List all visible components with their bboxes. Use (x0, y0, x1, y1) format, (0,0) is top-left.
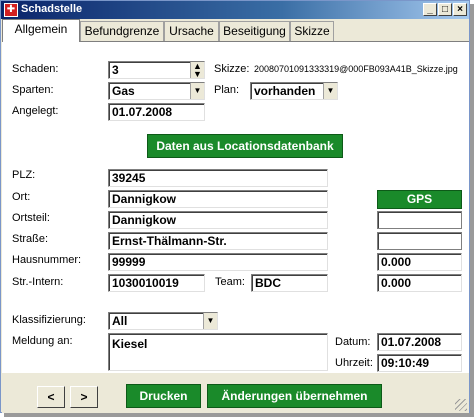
meldung-label: Meldung an: (12, 335, 73, 347)
plz-label: PLZ: (12, 169, 36, 181)
hausnummer-field[interactable]: 99999 (108, 253, 328, 271)
chevron-down-icon[interactable]: ▼ (203, 313, 217, 329)
window-shadow-right (470, 4, 474, 417)
strasse-label: Straße: (12, 233, 49, 245)
ort-field[interactable]: Dannigkow (108, 190, 328, 208)
gps-field-1[interactable] (377, 211, 462, 229)
skizze-filename: 20080701091333319@000FB093A41B_Skizze.jp… (254, 64, 458, 74)
ortsteil-label: Ortsteil: (12, 212, 50, 224)
uhrzeit-label: Uhrzeit: (335, 357, 373, 369)
ort-label: Ort: (12, 191, 31, 203)
ortsteil-field[interactable]: Dannigkow (108, 211, 328, 229)
datum-field[interactable]: 01.07.2008 (377, 333, 462, 351)
schadstelle-window: ✚ Schadstelle _ □ × Allgemein Befundgren… (0, 0, 470, 413)
resize-grip-icon[interactable] (455, 399, 467, 411)
gps-field-2[interactable] (377, 232, 462, 250)
sparten-value: Gas (112, 84, 135, 98)
app-icon: ✚ (4, 3, 18, 17)
chevron-down-icon[interactable]: ▼ (190, 83, 204, 99)
gps-x-field[interactable]: 0.000 (377, 253, 462, 271)
tab-allgemein[interactable]: Allgemein (2, 19, 80, 42)
sparten-label: Sparten: (12, 84, 54, 96)
angelegt-label: Angelegt: (12, 105, 59, 117)
plan-dropdown[interactable]: vorhanden ▼ (250, 82, 338, 100)
next-button[interactable]: > (70, 386, 98, 408)
klassifizierung-value: All (112, 314, 128, 328)
sparten-dropdown[interactable]: Gas ▼ (108, 82, 205, 100)
strintern-field[interactable]: 1030010019 (108, 274, 205, 292)
strintern-label: Str.-Intern: (12, 276, 64, 288)
prev-button[interactable]: < (37, 386, 65, 408)
klassifizierung-label: Klassifizierung: (12, 314, 86, 326)
tab-befundgrenze[interactable]: Befundgrenze (80, 21, 164, 41)
strasse-field[interactable]: Ernst-Thälmann-Str. (108, 232, 328, 250)
klassifizierung-dropdown[interactable]: All ▼ (108, 312, 218, 330)
maximize-button[interactable]: □ (438, 3, 452, 16)
schaden-stepper[interactable]: 3 ▲ ▼ (108, 61, 205, 79)
gps-button[interactable]: GPS (377, 190, 462, 209)
datum-label: Datum: (335, 336, 371, 348)
footer-bar: < > Drucken Änderungen übernehmen (2, 374, 469, 413)
uhrzeit-field[interactable]: 09:10:49 (377, 354, 462, 372)
schaden-value: 3 (112, 63, 119, 77)
angelegt-field[interactable]: 01.07.2008 (108, 103, 205, 121)
plan-label: Plan: (214, 84, 240, 96)
meldung-textarea[interactable]: Kiesel (108, 333, 328, 371)
hausnummer-label: Hausnummer: (12, 254, 82, 266)
team-label: Team: (215, 276, 245, 288)
skizze-label: Skizze: (214, 63, 250, 75)
window-title: Schadstelle (21, 3, 83, 15)
location-database-button[interactable]: Daten aus Locationsdatenbank (147, 134, 343, 158)
spin-arrows-icon[interactable]: ▲ ▼ (190, 62, 204, 78)
team-field[interactable]: BDC (251, 274, 328, 292)
plan-value: vorhanden (254, 84, 316, 98)
tab-ursache[interactable]: Ursache (164, 21, 219, 41)
schaden-label: Schaden: (12, 63, 59, 75)
print-button[interactable]: Drucken (126, 384, 201, 408)
chevron-down-icon[interactable]: ▼ (323, 83, 337, 99)
minimize-button[interactable]: _ (423, 3, 437, 16)
plz-field[interactable]: 39245 (108, 169, 328, 187)
apply-changes-button[interactable]: Änderungen übernehmen (207, 384, 382, 408)
tab-skizze[interactable]: Skizze (290, 21, 334, 41)
close-button[interactable]: × (453, 3, 467, 16)
title-bar[interactable]: ✚ Schadstelle _ □ × (1, 1, 469, 19)
window-shadow (4, 413, 474, 417)
tab-panel-allgemein: Schaden: 3 ▲ ▼ Skizze: 20080701091333319@… (2, 41, 469, 373)
gps-y-field[interactable]: 0.000 (377, 274, 462, 292)
tab-beseitigung[interactable]: Beseitigung (219, 21, 290, 41)
